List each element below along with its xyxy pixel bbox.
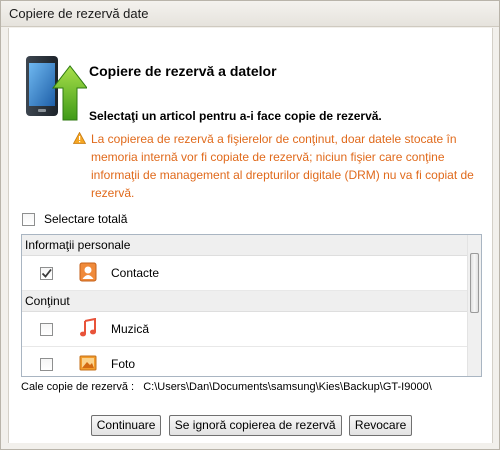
phone-backup-icon [26, 56, 87, 121]
skip-backup-button[interactable]: Se ignoră copierea de rezervă [168, 415, 342, 436]
instruction-text: Selectaţi un articol pentru a-i face cop… [89, 109, 382, 123]
warning-icon [73, 132, 86, 144]
contacts-checkbox[interactable] [40, 267, 53, 280]
dialog-button-bar: Continuare Se ignoră copierea de rezervă… [9, 415, 494, 436]
photo-label: Foto [111, 357, 136, 371]
select-all-option[interactable]: Selectare totală [22, 211, 127, 227]
list-scrollbar[interactable] [467, 235, 481, 376]
dialog-content: Copiere de rezervă a datelor Selectaţi u… [8, 28, 493, 443]
dialog-heading: Copiere de rezervă a datelor [89, 63, 277, 79]
photo-checkbox[interactable] [40, 358, 53, 371]
window-title: Copiere de rezervă date [9, 6, 149, 21]
backup-path-label: Cale copie de rezervă : [21, 381, 135, 393]
scrollbar-thumb[interactable] [470, 253, 479, 313]
drm-warning-text: La copierea de rezervă a fişierelor de c… [91, 132, 474, 200]
select-all-checkbox[interactable] [22, 212, 35, 226]
select-all-label: Selectare totală [44, 212, 128, 226]
list-item-contacts[interactable]: Contacte [22, 256, 468, 291]
backup-items-list[interactable]: Informaţii personale Contacte Conţinut M… [21, 234, 482, 377]
music-icon [80, 318, 96, 337]
backup-dialog-window: Copiere de rezervă date Copiere de rezer… [0, 0, 500, 450]
music-label: Muzică [111, 322, 150, 336]
list-item-music[interactable]: Muzică [22, 312, 468, 347]
contacts-icon [79, 262, 97, 282]
group-header-personal-info: Informaţii personale [22, 235, 468, 256]
continue-button[interactable]: Continuare [90, 415, 162, 436]
list-item-photo[interactable]: Foto [22, 347, 468, 376]
backup-path-row: Cale copie de rezervă : C:\Users\Dan\Doc… [21, 381, 432, 393]
photo-icon [79, 355, 97, 371]
checkmark-icon [41, 268, 52, 278]
backup-path-value: C:\Users\Dan\Documents\samsung\Kies\Back… [143, 381, 432, 393]
contacts-label: Contacte [111, 266, 160, 280]
title-bar[interactable]: Copiere de rezervă date [1, 1, 499, 27]
cancel-button[interactable]: Revocare [348, 415, 413, 436]
music-checkbox[interactable] [40, 323, 53, 336]
group-header-content: Conţinut [22, 291, 468, 312]
